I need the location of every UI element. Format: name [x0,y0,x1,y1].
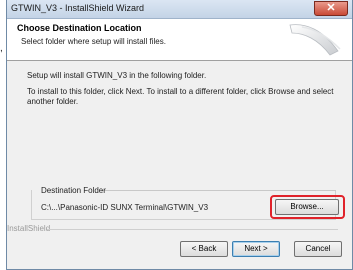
title-bar[interactable]: GTWIN_V3 - InstallShield Wizard ✕ [7,0,352,19]
destination-folder-label: Destination Folder [41,186,106,195]
close-icon: ✕ [326,2,336,14]
close-button[interactable]: ✕ [314,1,348,16]
instructions-text: To install to this folder, click Next. T… [27,87,334,106]
installshield-wizard-window: GTWIN_V3 - InstallShield Wizard ✕ Choose… [6,0,353,270]
intro-text: Setup will install GTWIN_V3 in the follo… [27,71,207,80]
back-button[interactable]: < Back [180,241,228,257]
wizard-header: Choose Destination Location Select folde… [7,19,352,61]
browse-button[interactable]: Browse... [275,199,339,215]
page-title: Choose Destination Location [17,23,142,33]
cancel-button-label: Cancel [305,244,331,253]
destination-path: C:\...\Panasonic-ID SUNX Terminal\GTWIN_… [41,203,209,212]
cancel-button[interactable]: Cancel [294,241,342,257]
installshield-brand: InstallShield [7,224,51,233]
next-button-label: Next > [244,244,268,253]
back-button-label: < Back [191,244,217,253]
footer-divider [47,229,338,230]
next-button[interactable]: Next > [232,241,280,257]
group-divider [101,190,336,191]
wizard-graphic-icon [289,24,341,56]
window-title: GTWIN_V3 - InstallShield Wizard [11,3,145,13]
page-subtitle: Select folder where setup will install f… [21,37,166,46]
browse-button-label: Browse... [290,202,324,211]
